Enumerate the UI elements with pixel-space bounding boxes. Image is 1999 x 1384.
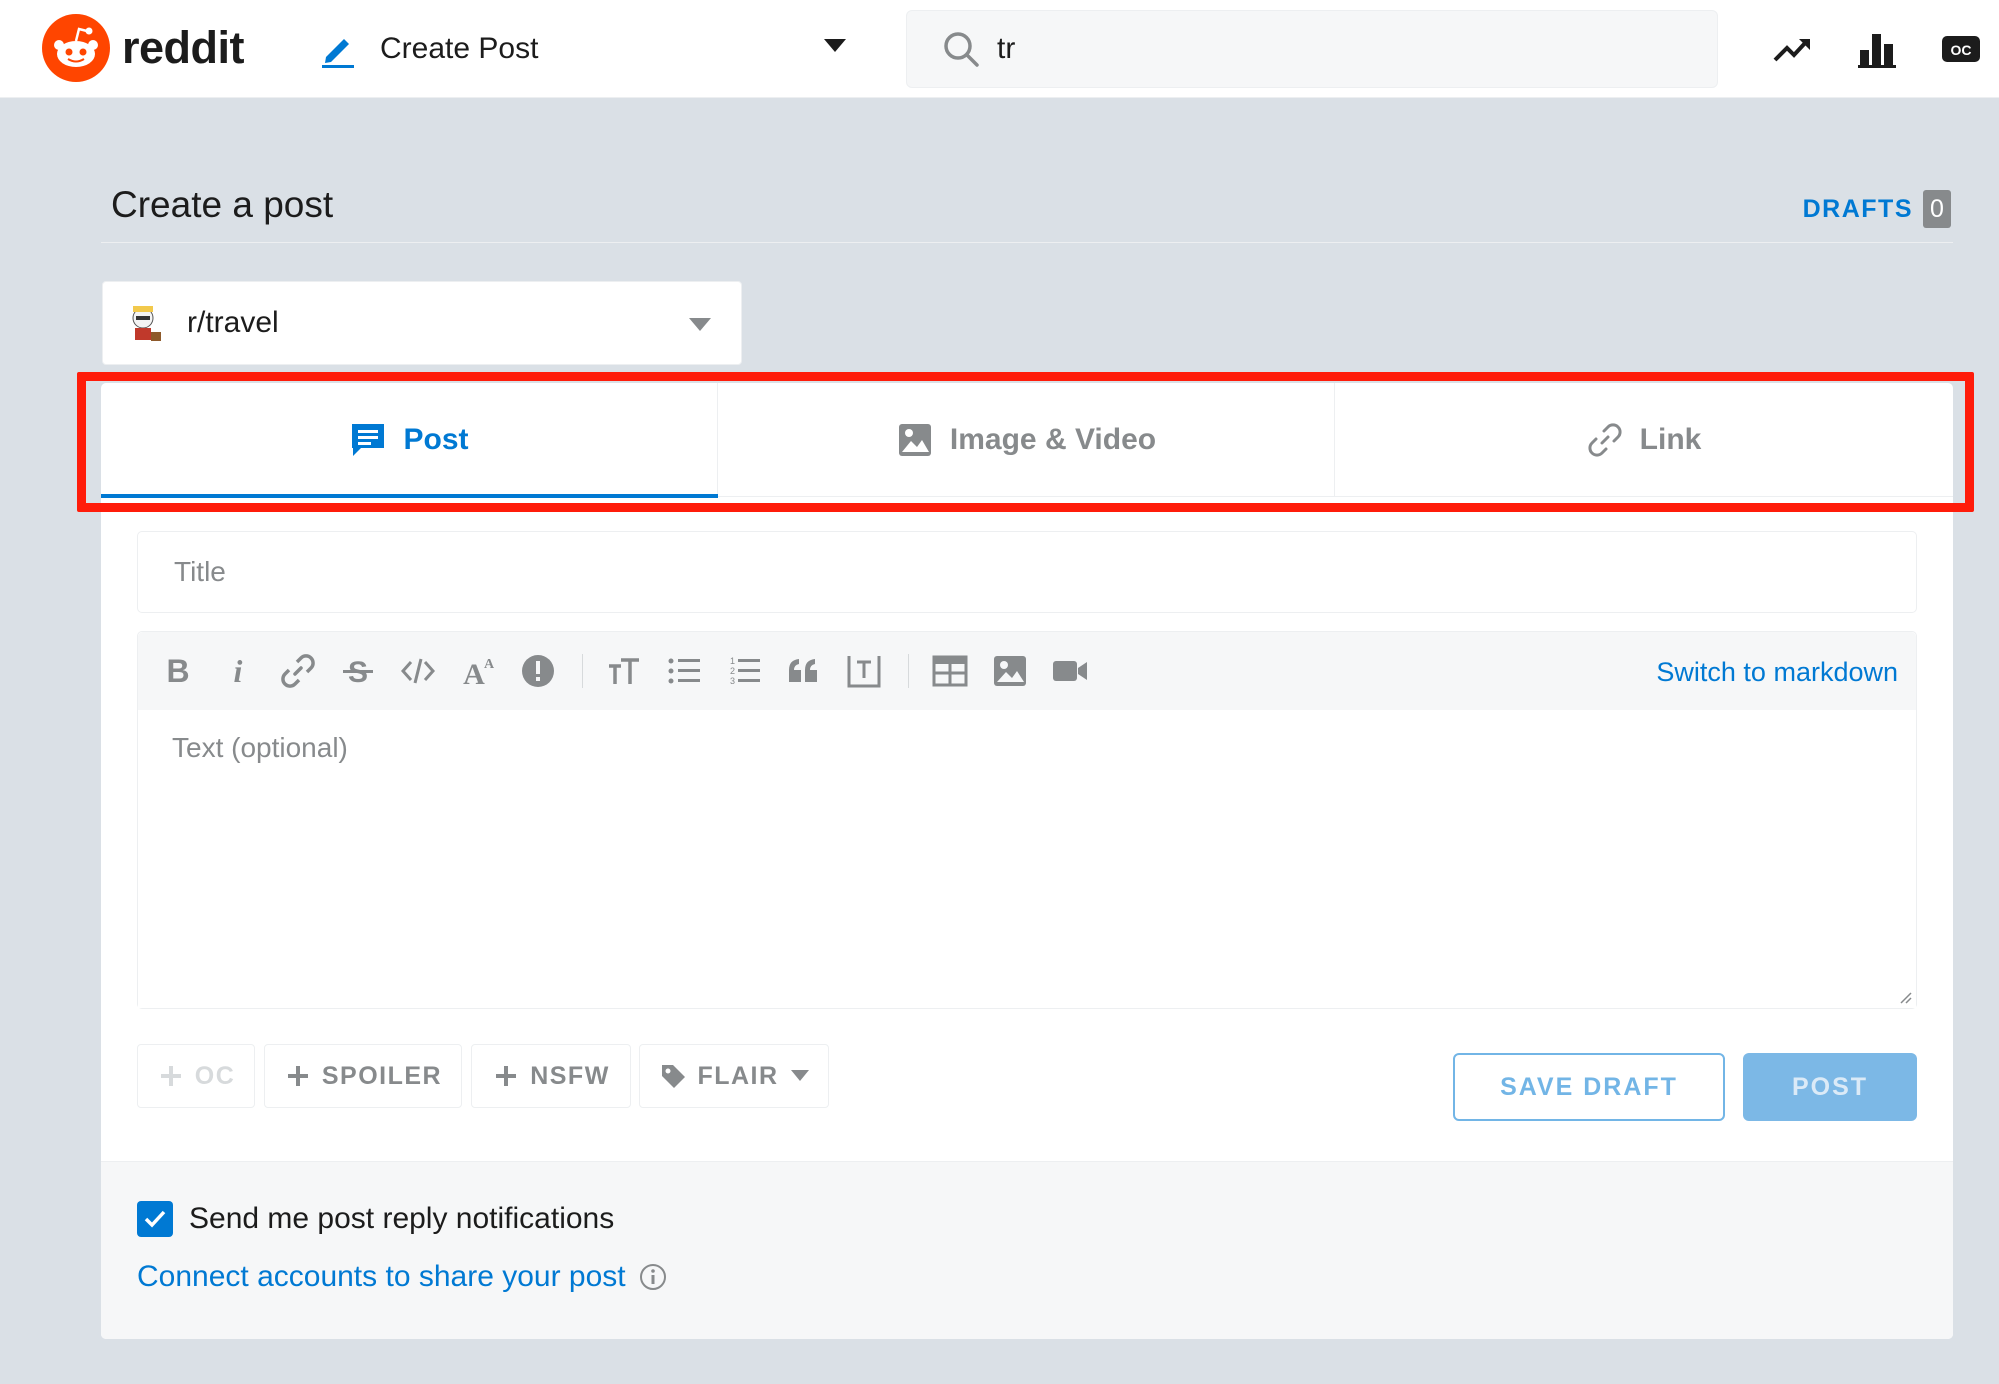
pencil-icon	[322, 39, 354, 68]
flair-button[interactable]: FLAIR	[639, 1044, 829, 1108]
strikethrough-icon[interactable]: S	[338, 651, 378, 691]
flair-label: FLAIR	[697, 1061, 779, 1090]
image-icon	[898, 424, 931, 456]
oc-tag-label: OC	[194, 1061, 236, 1090]
notifications-label: Send me post reply notifications	[189, 1202, 615, 1235]
community-avatar-icon	[132, 306, 161, 341]
superscript-icon[interactable]: AA	[458, 651, 498, 691]
quote-block-icon[interactable]	[784, 651, 824, 691]
reddit-wordmark: reddit	[122, 22, 245, 73]
drafts-label: DRAFTS	[1802, 194, 1913, 223]
svg-text:1: 1	[730, 656, 735, 666]
svg-text:2: 2	[730, 666, 735, 676]
community-selector[interactable]: r/travel	[102, 281, 742, 365]
tag-icon	[662, 1065, 686, 1088]
oc-tag-button[interactable]: OC	[137, 1044, 255, 1108]
search-bar[interactable]	[906, 10, 1718, 88]
spoiler-icon[interactable]	[518, 651, 558, 691]
tab-post[interactable]: Post	[101, 383, 718, 498]
nsfw-tag-label: NSFW	[530, 1061, 610, 1090]
info-icon[interactable]	[638, 1262, 668, 1292]
tab-image-video-label: Image & Video	[949, 423, 1157, 456]
drafts-count-badge: 0	[1923, 190, 1951, 228]
svg-text:i: i	[234, 653, 243, 689]
body-textarea[interactable]	[138, 710, 1916, 1008]
connect-accounts-link[interactable]: Connect accounts to share your post	[137, 1260, 668, 1294]
page-switcher-dropdown[interactable]: Create Post	[318, 22, 846, 76]
bulleted-list-icon[interactable]	[664, 651, 704, 691]
tab-link-label: Link	[1639, 423, 1702, 456]
post-submit-button[interactable]: POST	[1743, 1053, 1917, 1121]
nsfw-tag-button[interactable]: NSFW	[471, 1044, 631, 1108]
video-icon[interactable]	[1050, 651, 1090, 691]
chevron-down-icon	[790, 1070, 809, 1081]
tab-link[interactable]: Link	[1335, 383, 1952, 497]
drafts-button[interactable]: DRAFTS 0	[1803, 190, 1951, 228]
post-icon	[352, 424, 385, 456]
numbered-list-icon[interactable]: 123	[724, 651, 764, 691]
page-switcher-label: Create Post	[380, 32, 539, 65]
chevron-down-icon	[824, 39, 846, 52]
code-block-icon[interactable]	[844, 651, 884, 691]
popular-icon[interactable]	[1772, 28, 1814, 70]
save-draft-button[interactable]: SAVE DRAFT	[1453, 1053, 1725, 1121]
spoiler-tag-label: SPOILER	[321, 1061, 443, 1090]
plus-icon	[160, 1066, 181, 1086]
toolbar-divider	[582, 654, 583, 688]
rich-text-editor: B i S AA 1 2 3 Switch to markdown Text (…	[137, 631, 1917, 1009]
reddit-logo-icon	[42, 14, 110, 82]
plus-icon	[496, 1066, 517, 1086]
svg-text:OC: OC	[1951, 42, 1972, 58]
oc-icon[interactable]: OC	[1940, 28, 1982, 70]
italic-icon[interactable]: i	[218, 651, 258, 691]
editor-toolbar: B i S AA 1 2 3 Switch to markdown	[138, 632, 1916, 710]
toolbar-divider	[908, 654, 909, 688]
notifications-checkbox[interactable]	[137, 1201, 173, 1237]
switch-to-markdown-link[interactable]: Switch to markdown	[1656, 657, 1898, 688]
svg-text:A: A	[484, 657, 495, 672]
svg-text:A: A	[463, 658, 485, 690]
svg-text:3: 3	[730, 676, 735, 686]
chevron-down-icon	[689, 318, 711, 331]
reddit-logo[interactable]: reddit	[42, 14, 245, 82]
inline-code-icon[interactable]	[398, 651, 438, 691]
link-icon[interactable]	[278, 651, 318, 691]
svg-text:B: B	[166, 653, 189, 689]
connect-accounts-label: Connect accounts to share your post	[137, 1260, 626, 1293]
top-header: reddit Create Post OC	[0, 0, 1999, 98]
plus-icon	[287, 1066, 308, 1086]
post-editor-card: Post Image & Video Link B i	[101, 383, 1953, 1339]
image-icon[interactable]	[990, 651, 1030, 691]
tab-image-video[interactable]: Image & Video	[718, 383, 1335, 497]
post-options-footer: Send me post reply notifications Connect…	[101, 1161, 1953, 1339]
page-title: Create a post	[111, 184, 334, 225]
resize-handle-icon[interactable]	[1896, 988, 1912, 1004]
link-icon	[1588, 423, 1622, 457]
search-input[interactable]	[997, 32, 1697, 66]
tab-post-label: Post	[403, 423, 469, 456]
table-icon[interactable]	[930, 651, 970, 691]
post-type-tabs: Post Image & Video Link	[101, 383, 1953, 498]
search-icon	[944, 32, 979, 67]
title-input[interactable]	[137, 531, 1917, 613]
divider	[101, 242, 1953, 243]
all-icon[interactable]	[1856, 28, 1898, 70]
checkmark-icon	[144, 1210, 166, 1228]
community-name: r/travel	[187, 306, 279, 339]
spoiler-tag-button[interactable]: SPOILER	[264, 1044, 462, 1108]
heading-icon[interactable]	[604, 651, 644, 691]
bold-icon[interactable]: B	[158, 651, 198, 691]
